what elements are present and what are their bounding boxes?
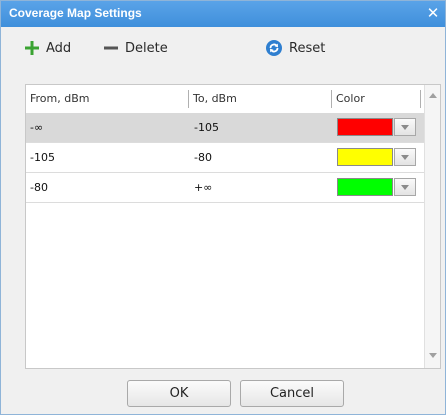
add-button-label: Add: [46, 40, 72, 56]
from-cell: -105: [30, 151, 55, 164]
title-bar[interactable]: Coverage Map Settings ✕: [1, 1, 445, 27]
table-header: From, dBm To, dBm Color: [26, 85, 424, 114]
color-swatch-green[interactable]: [337, 178, 393, 196]
chevron-down-icon[interactable]: [394, 178, 416, 196]
coverage-table: From, dBm To, dBm Color -∞ -105 -105 -80…: [25, 84, 441, 369]
delete-button[interactable]: Delete: [104, 37, 168, 59]
to-cell: -80: [194, 151, 212, 164]
reset-button-label: Reset: [289, 40, 326, 56]
from-cell: -80: [30, 181, 48, 194]
reset-button[interactable]: Reset: [266, 37, 325, 59]
ok-button[interactable]: OK: [127, 380, 231, 407]
window-title: Coverage Map Settings: [9, 6, 142, 20]
plus-icon: [25, 41, 39, 55]
add-button[interactable]: Add: [25, 37, 71, 59]
column-divider[interactable]: [420, 90, 421, 108]
cancel-button[interactable]: Cancel: [240, 380, 344, 407]
table-row[interactable]: -80 +∞: [26, 173, 424, 203]
color-swatch-red[interactable]: [337, 118, 393, 136]
close-icon[interactable]: ✕: [423, 3, 443, 23]
chevron-down-icon[interactable]: [394, 118, 416, 136]
table-row[interactable]: -∞ -105: [26, 113, 424, 143]
from-cell: -∞: [30, 121, 44, 134]
delete-button-label: Delete: [125, 40, 168, 56]
column-header-color[interactable]: Color: [332, 85, 420, 113]
minus-icon: [104, 46, 118, 50]
to-cell: +∞: [194, 181, 213, 194]
toolbar: Add Delete Reset: [1, 27, 445, 67]
coverage-map-settings-dialog: Coverage Map Settings ✕ Add Delete Reset…: [0, 0, 446, 415]
scroll-down-icon[interactable]: [429, 353, 437, 358]
refresh-icon: [266, 40, 282, 56]
vertical-scrollbar[interactable]: [424, 85, 440, 368]
scroll-up-icon[interactable]: [429, 93, 437, 98]
color-swatch-yellow[interactable]: [337, 148, 393, 166]
column-header-from[interactable]: From, dBm: [26, 85, 188, 113]
table-row[interactable]: -105 -80: [26, 143, 424, 173]
column-header-to[interactable]: To, dBm: [189, 85, 331, 113]
to-cell: -105: [194, 121, 219, 134]
chevron-down-icon[interactable]: [394, 148, 416, 166]
